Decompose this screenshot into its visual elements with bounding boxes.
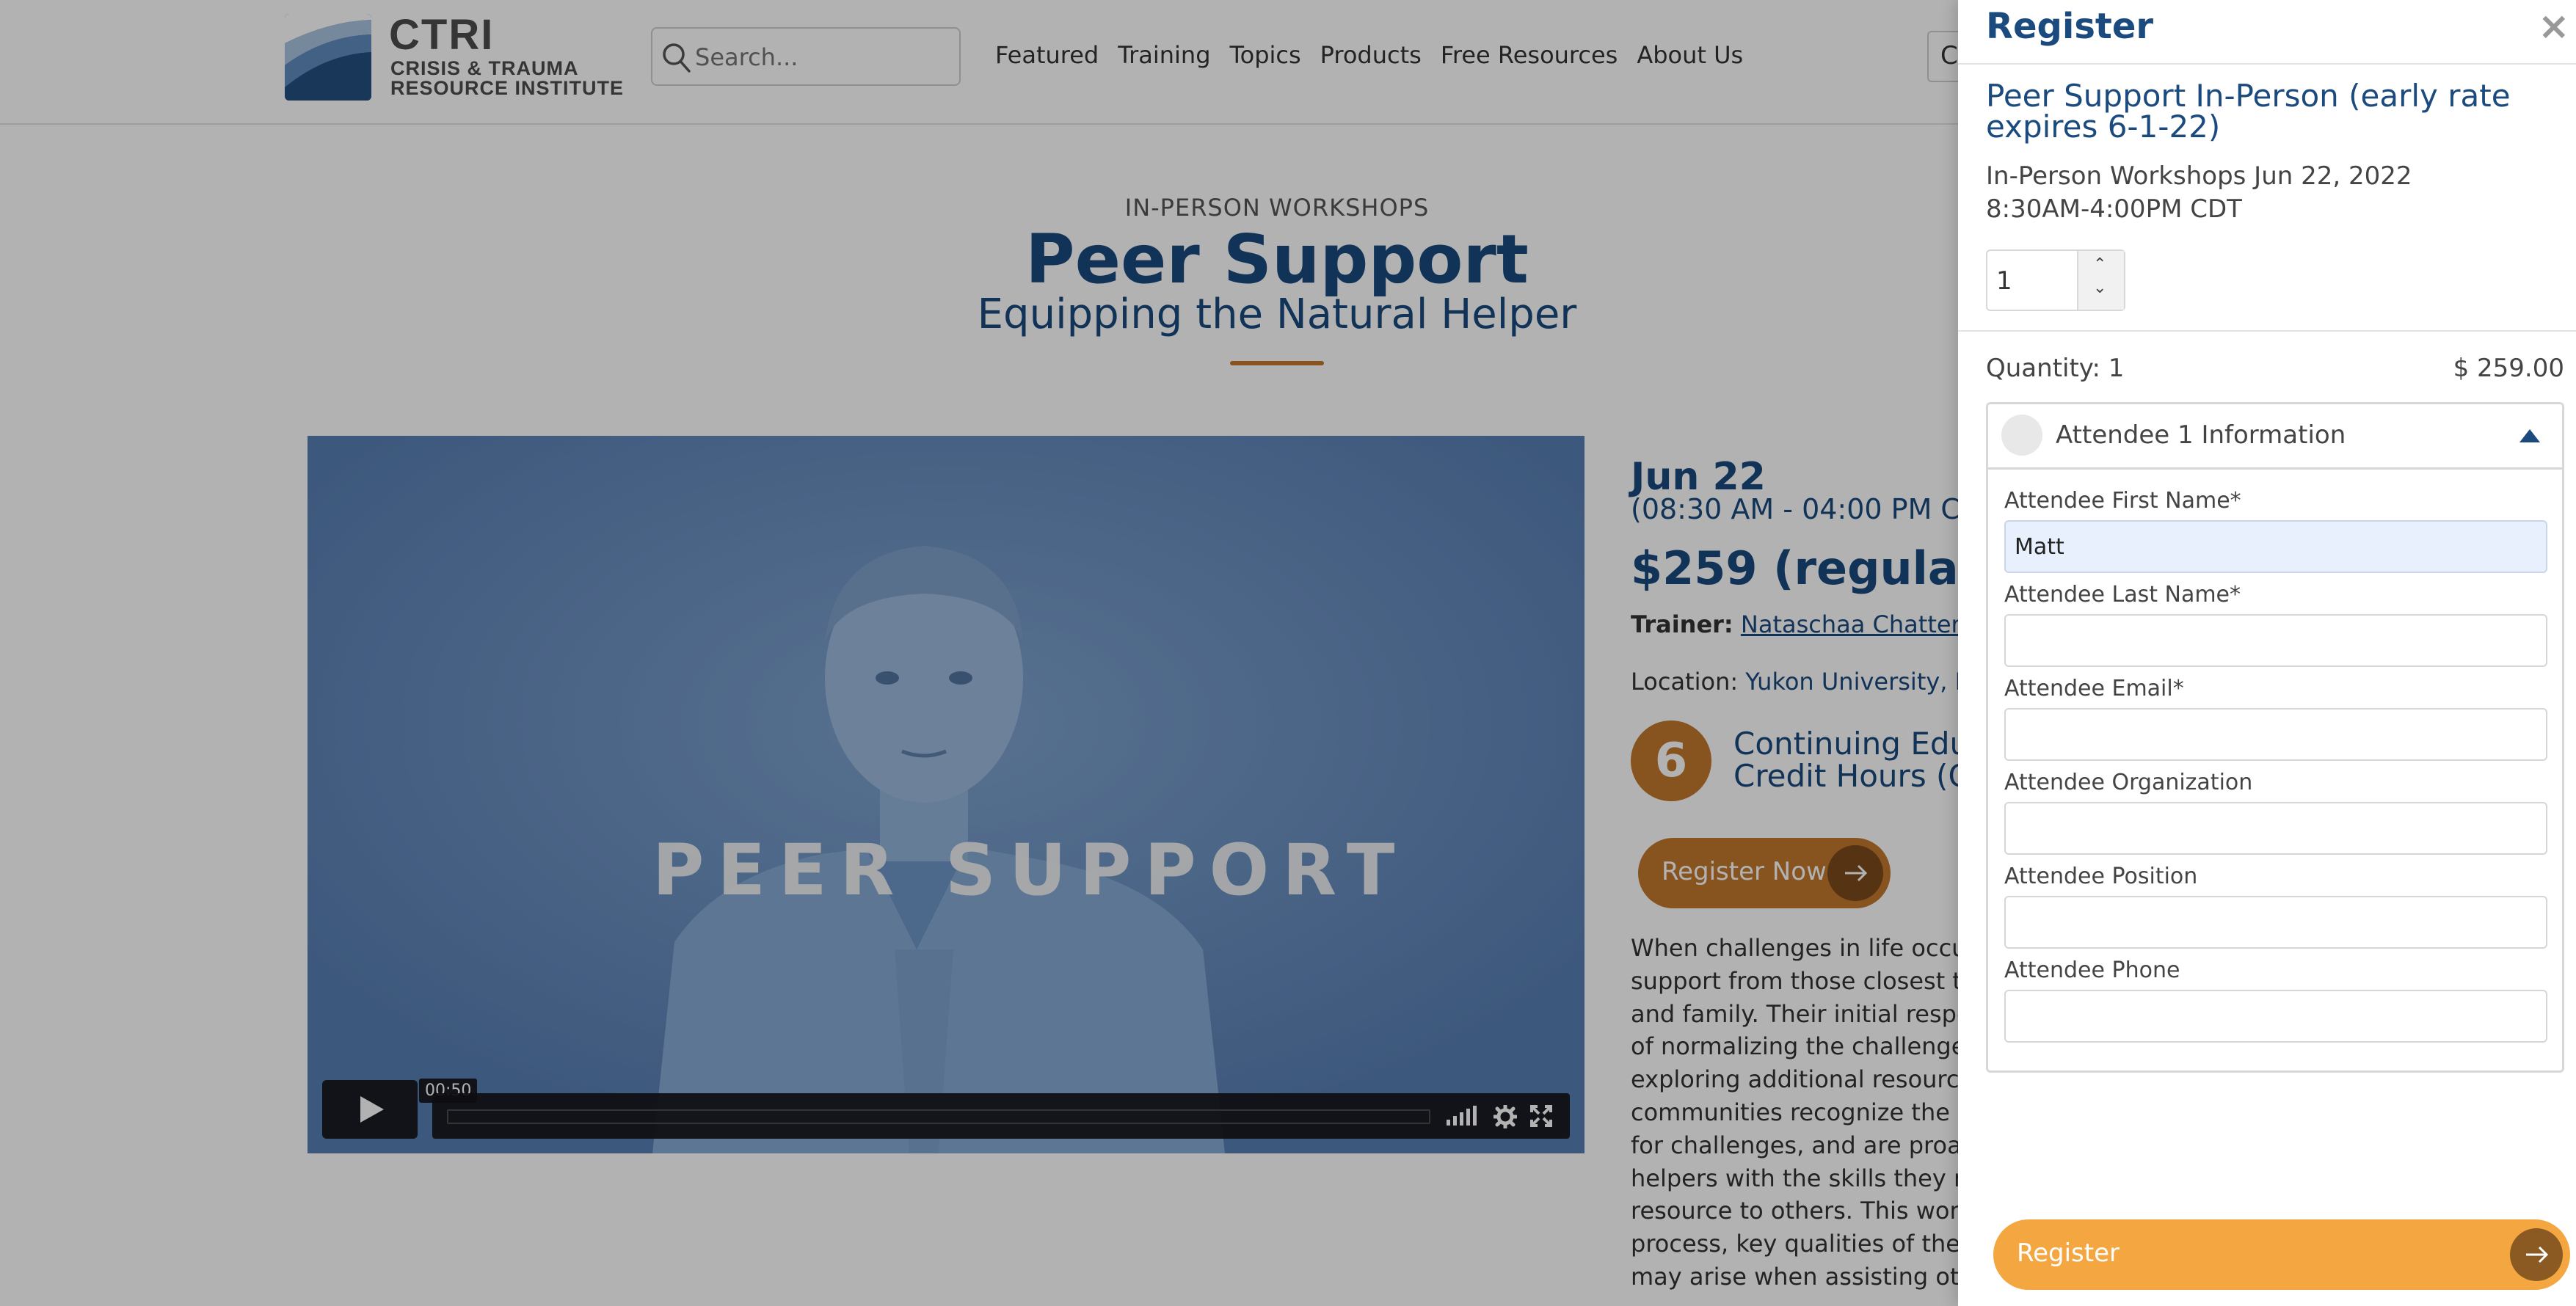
- attendee-status-icon: [2001, 415, 2042, 456]
- attendee-card-header[interactable]: Attendee 1 Information: [1988, 404, 2562, 470]
- register-button-label: Register: [2017, 1238, 2120, 1268]
- panel-divider: [1958, 330, 2576, 332]
- quantity-spin-buttons[interactable]: ⌃ ⌄: [2077, 251, 2124, 310]
- panel-title: Register: [1986, 6, 2154, 47]
- modal-backdrop[interactable]: [0, 0, 1958, 1306]
- phone-field[interactable]: [2004, 990, 2547, 1043]
- last-name-field[interactable]: [2004, 614, 2547, 667]
- organization-field[interactable]: [2004, 802, 2547, 855]
- email-field[interactable]: [2004, 708, 2547, 761]
- panel-divider: [1958, 63, 2576, 65]
- phone-label: Attendee Phone: [2004, 957, 2180, 983]
- register-button[interactable]: Register: [1993, 1219, 2570, 1290]
- last-name-label: Attendee Last Name*: [2004, 582, 2241, 608]
- quantity-summary: Quantity: 1: [1986, 354, 2125, 383]
- caret-up-icon[interactable]: [2518, 428, 2542, 444]
- chevron-up-icon[interactable]: ⌃: [2093, 255, 2106, 274]
- attendee-card: Attendee 1 Information Attendee First Na…: [1986, 402, 2564, 1073]
- position-label: Attendee Position: [2004, 864, 2198, 889]
- ticket-category: In-Person Workshops Jun 22, 2022: [1986, 161, 2412, 191]
- organization-label: Attendee Organization: [2004, 770, 2253, 795]
- ticket-time: 8:30AM-4:00PM CDT: [1986, 194, 2242, 224]
- position-field[interactable]: [2004, 896, 2547, 949]
- email-label: Attendee Email*: [2004, 676, 2184, 701]
- chevron-down-icon[interactable]: ⌄: [2093, 279, 2106, 297]
- quantity-input[interactable]: [1995, 261, 2078, 301]
- ticket-name: Peer Support In-Person (early rate expir…: [1986, 78, 2511, 145]
- close-icon[interactable]: ×: [2538, 4, 2570, 48]
- attendee-card-title: Attendee 1 Information: [2056, 420, 2346, 450]
- quantity-stepper[interactable]: ⌃ ⌄: [1986, 249, 2125, 311]
- arrow-right-icon: [2510, 1228, 2563, 1281]
- ticket-meta: In-Person Workshops Jun 22, 2022 8:30AM-…: [1986, 160, 2412, 226]
- first-name-field[interactable]: [2004, 520, 2547, 573]
- first-name-label: Attendee First Name*: [2004, 488, 2241, 514]
- register-panel: Register × Peer Support In-Person (early…: [1958, 0, 2576, 1306]
- total-price: $ 259.00: [2453, 354, 2564, 383]
